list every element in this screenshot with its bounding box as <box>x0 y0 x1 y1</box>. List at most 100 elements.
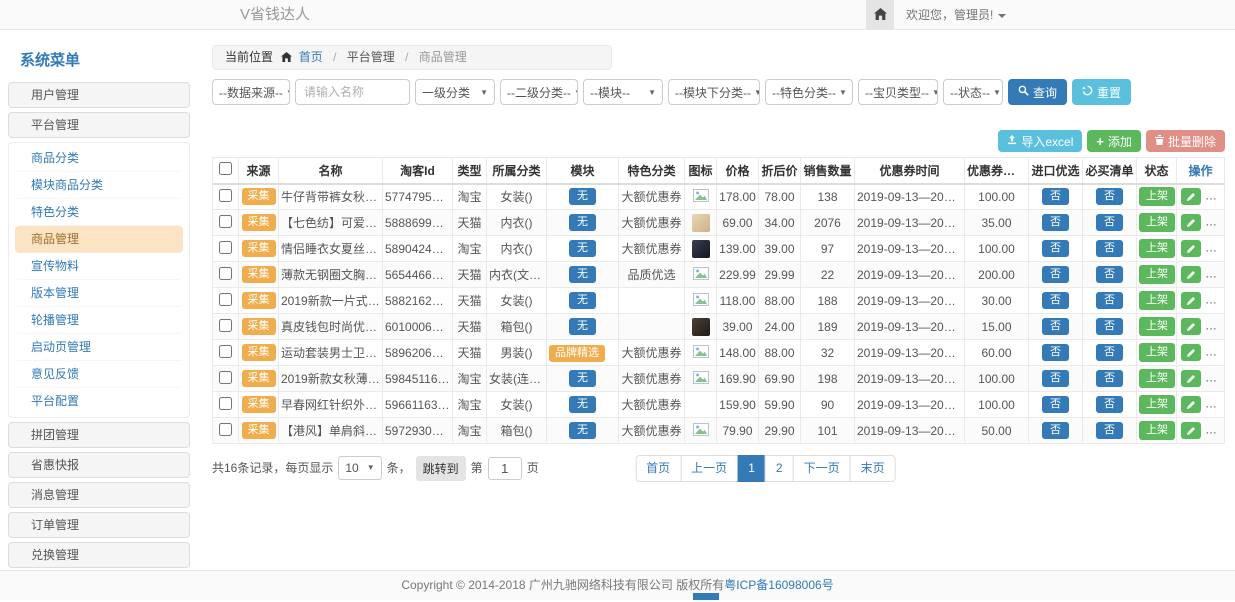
import-optimal-toggle[interactable]: 否 <box>1042 188 1069 205</box>
module-badge[interactable]: 无 <box>569 214 596 231</box>
status-badge[interactable]: 上架 <box>1139 395 1175 414</box>
status-badge[interactable]: 上架 <box>1139 421 1175 440</box>
filter-item-type[interactable]: --宝贝类型--▼ <box>858 79 938 105</box>
import-optimal-toggle[interactable]: 否 <box>1042 292 1069 309</box>
module-badge[interactable]: 无 <box>569 292 596 309</box>
status-badge[interactable]: 上架 <box>1139 343 1175 362</box>
sidebar-item-意见反馈[interactable]: 意见反馈 <box>15 361 183 388</box>
row-checkbox[interactable] <box>219 241 232 254</box>
filter-data-source[interactable]: --数据来源--▼ <box>212 79 290 105</box>
import-optimal-toggle[interactable]: 否 <box>1042 344 1069 361</box>
must-buy-toggle[interactable]: 否 <box>1096 370 1123 387</box>
pager-button-1[interactable]: 1 <box>737 455 766 482</box>
status-badge[interactable]: 上架 <box>1139 187 1175 206</box>
edit-button[interactable] <box>1181 214 1201 231</box>
edit-button[interactable] <box>1181 318 1201 335</box>
breadcrumb-home-link[interactable]: 首页 <box>299 50 323 64</box>
row-checkbox[interactable] <box>219 267 232 280</box>
jump-button[interactable]: 跳转到 <box>416 456 466 481</box>
module-badge[interactable]: 无 <box>569 240 596 257</box>
module-badge[interactable]: 品牌精选 <box>549 345 605 362</box>
sidebar-item-模块商品分类[interactable]: 模块商品分类 <box>15 172 183 199</box>
row-checkbox[interactable] <box>219 293 232 306</box>
pager-button-2[interactable]: 2 <box>765 455 794 482</box>
sidebar-group-用户管理[interactable]: 用户管理 <box>8 82 190 108</box>
sidebar-item-宣传物料[interactable]: 宣传物料 <box>15 253 183 280</box>
sidebar-item-商品分类[interactable]: 商品分类 <box>15 145 183 172</box>
sidebar-group-兑换管理[interactable]: 兑换管理 <box>8 542 190 568</box>
module-badge[interactable]: 无 <box>569 318 596 335</box>
add-button[interactable]: +添加 <box>1087 130 1141 152</box>
row-checkbox[interactable] <box>219 345 232 358</box>
filter-name-input[interactable] <box>295 79 410 105</box>
import-optimal-toggle[interactable]: 否 <box>1042 240 1069 257</box>
batch-delete-button[interactable]: 批量删除 <box>1146 130 1225 152</box>
must-buy-toggle[interactable]: 否 <box>1096 214 1123 231</box>
row-checkbox[interactable] <box>219 189 232 202</box>
status-badge[interactable]: 上架 <box>1139 369 1175 388</box>
row-checkbox[interactable] <box>219 397 232 410</box>
sidebar-item-商品管理[interactable]: 商品管理 <box>15 226 183 253</box>
sidebar-item-轮播管理[interactable]: 轮播管理 <box>15 307 183 334</box>
module-badge[interactable]: 无 <box>569 370 596 387</box>
module-badge[interactable]: 无 <box>569 188 596 205</box>
filter-level2-category[interactable]: --二级分类--▼ <box>500 79 578 105</box>
sidebar-item-特色分类[interactable]: 特色分类 <box>15 199 183 226</box>
import-optimal-toggle[interactable]: 否 <box>1042 214 1069 231</box>
import-optimal-toggle[interactable]: 否 <box>1042 370 1069 387</box>
import-optimal-toggle[interactable]: 否 <box>1042 266 1069 283</box>
must-buy-toggle[interactable]: 否 <box>1096 318 1123 335</box>
edit-button[interactable] <box>1181 370 1201 387</box>
edit-button[interactable] <box>1181 240 1201 257</box>
pager-button-首页[interactable]: 首页 <box>635 455 681 482</box>
edit-button[interactable] <box>1181 188 1201 205</box>
sidebar-item-启动页管理[interactable]: 启动页管理 <box>15 334 183 361</box>
row-checkbox[interactable] <box>219 423 232 436</box>
sidebar-group-拼团管理[interactable]: 拼团管理 <box>8 422 190 448</box>
sidebar-group-平台管理[interactable]: 平台管理 <box>8 112 190 138</box>
pager-button-下一页[interactable]: 下一页 <box>793 455 851 482</box>
filter-level1-category[interactable]: 一级分类▼ <box>415 79 495 105</box>
status-badge[interactable]: 上架 <box>1139 291 1175 310</box>
pager-button-上一页[interactable]: 上一页 <box>680 455 738 482</box>
must-buy-toggle[interactable]: 否 <box>1096 344 1123 361</box>
row-checkbox[interactable] <box>219 215 232 228</box>
row-checkbox[interactable] <box>219 319 232 332</box>
must-buy-toggle[interactable]: 否 <box>1096 422 1123 439</box>
filter-module-sub-category[interactable]: --模块下分类--▼ <box>668 79 760 105</box>
filter-module[interactable]: --模块--▼ <box>583 79 663 105</box>
module-badge[interactable]: 无 <box>569 266 596 283</box>
home-button[interactable] <box>866 0 894 30</box>
sidebar-group-消息管理[interactable]: 消息管理 <box>8 482 190 508</box>
import-optimal-toggle[interactable]: 否 <box>1042 422 1069 439</box>
module-badge[interactable]: 无 <box>569 422 596 439</box>
must-buy-toggle[interactable]: 否 <box>1096 396 1123 413</box>
status-badge[interactable]: 上架 <box>1139 265 1175 284</box>
per-page-select[interactable]: 10▼ <box>338 456 381 480</box>
reset-button[interactable]: 重置 <box>1072 79 1131 105</box>
sidebar-item-版本管理[interactable]: 版本管理 <box>15 280 183 307</box>
must-buy-toggle[interactable]: 否 <box>1096 292 1123 309</box>
page-number-input[interactable] <box>488 457 522 480</box>
sidebar-group-订单管理[interactable]: 订单管理 <box>8 512 190 538</box>
status-badge[interactable]: 上架 <box>1139 317 1175 336</box>
sidebar-item-平台配置[interactable]: 平台配置 <box>15 388 183 415</box>
must-buy-toggle[interactable]: 否 <box>1096 240 1123 257</box>
sidebar-group-省惠快报[interactable]: 省惠快报 <box>8 452 190 478</box>
status-badge[interactable]: 上架 <box>1139 213 1175 232</box>
must-buy-toggle[interactable]: 否 <box>1096 266 1123 283</box>
edit-button[interactable] <box>1181 266 1201 283</box>
search-button[interactable]: 查询 <box>1008 79 1067 105</box>
filter-status[interactable]: --状态--▼ <box>943 79 1003 105</box>
edit-button[interactable] <box>1181 344 1201 361</box>
edit-button[interactable] <box>1181 292 1201 309</box>
filter-feature-category[interactable]: --特色分类--▼ <box>765 79 853 105</box>
edit-button[interactable] <box>1181 396 1201 413</box>
row-checkbox[interactable] <box>219 371 232 384</box>
import-excel-button[interactable]: 导入excel <box>998 130 1082 152</box>
must-buy-toggle[interactable]: 否 <box>1096 188 1123 205</box>
import-optimal-toggle[interactable]: 否 <box>1042 318 1069 335</box>
icp-link[interactable]: 粤ICP备16098006号 <box>724 578 833 592</box>
select-all-checkbox[interactable] <box>219 162 232 175</box>
pager-button-末页[interactable]: 末页 <box>850 455 896 482</box>
